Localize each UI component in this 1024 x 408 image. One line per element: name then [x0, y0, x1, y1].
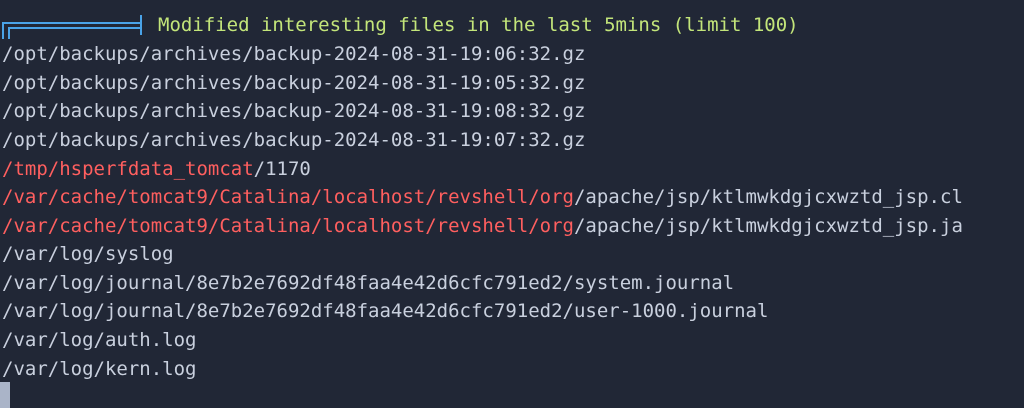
- output-line: /var/log/journal/8e7b2e7692df48faa4e42d6…: [2, 297, 768, 325]
- output-line: /opt/backups/archives/backup-2024-08-31-…: [2, 40, 585, 68]
- output-line: /var/cache/tomcat9/Catalina/localhost/re…: [2, 212, 963, 240]
- path-text: /opt/backups/archives/backup-2024-08-31-…: [2, 100, 586, 122]
- output-line: /var/log/syslog: [2, 240, 174, 268]
- output-line: /opt/backups/archives/backup-2024-08-31-…: [2, 69, 585, 97]
- path-text: /var/log/kern.log: [2, 358, 197, 380]
- output-line: /var/cache/tomcat9/Catalina/localhost/re…: [2, 183, 963, 211]
- section-header: Modified interesting files in the last 5…: [2, 11, 799, 39]
- highlighted-path: /var/cache/tomcat9/Catalina/localhost/re…: [2, 186, 574, 208]
- path-text: /var/log/syslog: [2, 243, 174, 265]
- path-text: /1170: [253, 158, 311, 180]
- output-line: /var/log/kern.log: [2, 355, 196, 383]
- output-line: /var/log/journal/8e7b2e7692df48faa4e42d6…: [2, 269, 734, 297]
- output-line: /var/log/auth.log: [2, 326, 196, 354]
- section-title: Modified interesting files in the last 5…: [158, 14, 799, 36]
- highlighted-path: /var/cache/tomcat9/Catalina/localhost/re…: [2, 215, 574, 237]
- path-text: /opt/backups/archives/backup-2024-08-31-…: [2, 72, 586, 94]
- path-text: /apache/jsp/ktlmwkdgjcxwztd_jsp.ja: [573, 215, 963, 237]
- output-line: /opt/backups/archives/backup-2024-08-31-…: [2, 97, 585, 125]
- output-line: /opt/backups/archives/backup-2024-08-31-…: [2, 126, 585, 154]
- path-text: /apache/jsp/ktlmwkdgjcxwztd_jsp.cl: [573, 186, 963, 208]
- section-decoration-icon: [2, 11, 148, 39]
- output-line: /tmp/hsperfdata_tomcat/1170: [2, 155, 311, 183]
- path-text: /opt/backups/archives/backup-2024-08-31-…: [2, 129, 586, 151]
- highlighted-path: /tmp/hsperfdata_tomcat: [2, 158, 254, 180]
- path-text: /var/log/auth.log: [2, 329, 197, 351]
- terminal-cursor: [0, 382, 10, 408]
- path-text: /var/log/journal/8e7b2e7692df48faa4e42d6…: [2, 300, 769, 322]
- path-text: /opt/backups/archives/backup-2024-08-31-…: [2, 43, 586, 65]
- terminal-window[interactable]: Modified interesting files in the last 5…: [0, 0, 1024, 408]
- path-text: /var/log/journal/8e7b2e7692df48faa4e42d6…: [2, 272, 735, 294]
